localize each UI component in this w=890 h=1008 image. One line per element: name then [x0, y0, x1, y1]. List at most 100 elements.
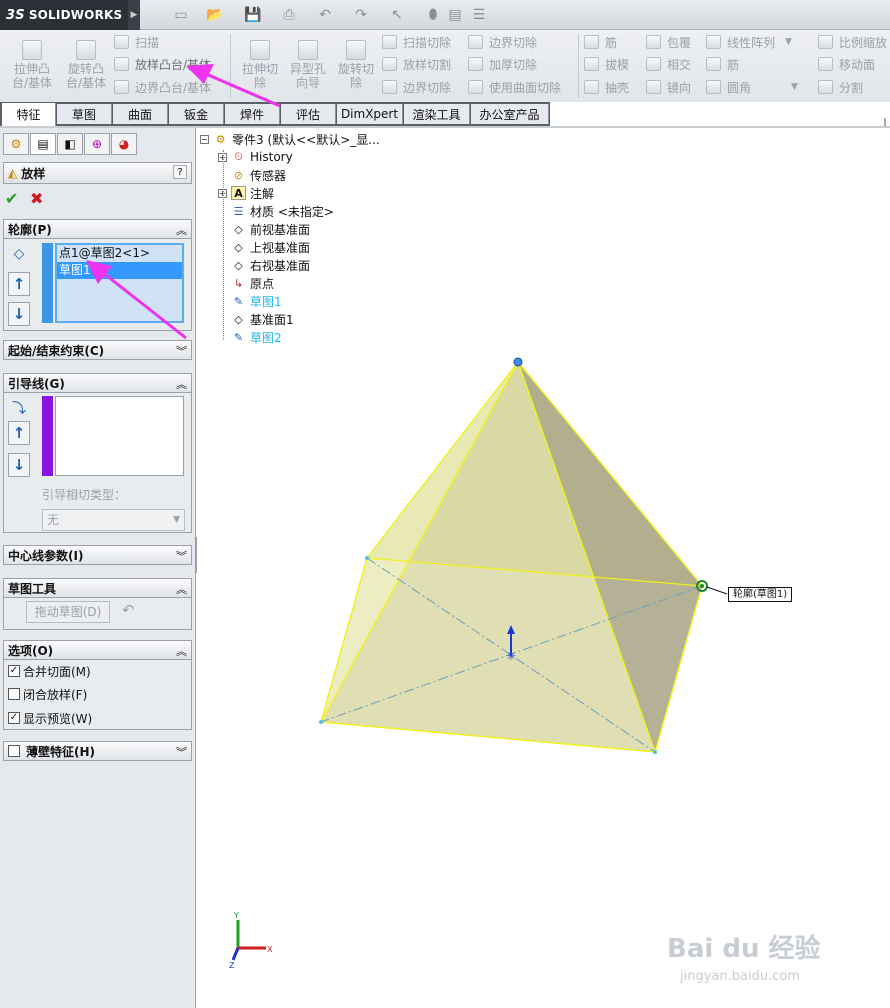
swept-cut-button[interactable]: 扫描切除 — [382, 32, 451, 52]
ok-check-icon[interactable]: ✔ — [5, 189, 18, 208]
options-icon[interactable]: ☰ — [470, 6, 488, 24]
centerline-params-header[interactable]: 中心线参数(I) ︾ — [3, 545, 192, 565]
options-header[interactable]: 选项(O) ︽ — [3, 640, 192, 660]
wrap-button[interactable]: 包覆 — [646, 32, 691, 52]
scale-button[interactable]: 比例缩放 — [818, 32, 887, 52]
thicken-cut-icon — [468, 57, 483, 71]
menu-expand-icon[interactable]: ▶ — [128, 0, 140, 30]
guide-move-down-button[interactable]: ↓ — [8, 453, 30, 477]
save-icon[interactable]: 💾 — [244, 6, 262, 24]
move-face-button[interactable]: 移动面 — [818, 54, 875, 74]
fillet-button[interactable]: 圆角 ▼ — [706, 77, 798, 97]
tab-office-products[interactable]: 办公室产品 — [471, 104, 549, 124]
list-item-selected[interactable]: 草图1 — [57, 262, 182, 279]
new-icon[interactable]: ▭ — [172, 6, 190, 24]
rib-button-2[interactable]: 筋 — [706, 54, 739, 74]
boundary-cut-button[interactable]: 边界切除 — [382, 77, 451, 97]
help-button[interactable]: ? — [173, 165, 187, 179]
feature-tree-icon: ⚙ — [10, 137, 22, 151]
rib-icon — [706, 57, 721, 71]
guide-color-bar — [42, 396, 53, 476]
dimxpert-manager-tab[interactable]: ⊕ — [84, 133, 110, 155]
arrow-up-icon: ↑ — [12, 424, 26, 442]
loft-title: ◭ 放样? — [3, 162, 192, 184]
move-down-button[interactable]: ↓ — [8, 302, 30, 326]
collapse-icon: ︽ — [176, 645, 187, 658]
apex-point-handle[interactable] — [513, 357, 523, 367]
boundary-boss-button[interactable]: 边界凸台/基体 — [114, 77, 211, 97]
rib-button[interactable]: 筋 — [584, 32, 617, 52]
select-icon[interactable]: ↖ — [388, 6, 406, 24]
lofted-cut-button[interactable]: 放样切割 — [382, 54, 451, 74]
configuration-manager-tab[interactable]: ◧ — [57, 133, 83, 155]
hole-wizard-button[interactable]: 异型孔 向导 — [282, 38, 334, 98]
file-properties-icon[interactable]: ▤ — [446, 6, 464, 24]
surface-cut-button[interactable]: 使用曲面切除 — [468, 77, 561, 97]
guide-tangency-select[interactable]: 无 ▼ — [42, 509, 185, 531]
property-manager-tab[interactable]: ▤ — [30, 133, 56, 155]
triad-y-label: Y — [233, 911, 239, 920]
tab-dimxpert[interactable]: DimXpert — [337, 104, 403, 124]
revolve-cut-button[interactable]: 旋转切 除 — [330, 38, 382, 98]
shell-icon — [584, 80, 599, 94]
undo-sketch-drag-icon[interactable]: ↶ — [122, 601, 135, 619]
start-end-constraints-header[interactable]: 起始/结束约束(C) ︾ — [3, 340, 192, 360]
profile-color-bar — [42, 243, 53, 323]
show-preview-checkbox[interactable]: ✓ 显示预览(W) — [8, 708, 92, 728]
cancel-x-icon[interactable]: ✖ — [30, 189, 43, 208]
extrude-boss-button[interactable]: 拉伸凸 台/基体 — [6, 38, 58, 98]
undo-icon[interactable]: ↶ — [316, 6, 334, 24]
shell-button[interactable]: 抽壳 — [584, 77, 629, 97]
profile-listbox[interactable]: 点1@草图2<1> 草图1 — [55, 243, 184, 323]
guide-move-up-button[interactable]: ↑ — [8, 421, 30, 445]
solidworks-logo[interactable]: 3S SOLIDWORKS — [0, 0, 128, 30]
sketch-tools-header[interactable]: 草图工具 ︽ — [3, 578, 192, 598]
watermark-url: jingyan.baidu.com — [680, 969, 800, 984]
feature-manager-tab[interactable]: ⚙ — [3, 133, 29, 155]
close-loft-checkbox[interactable]: 闭合放样(F) — [8, 684, 87, 704]
open-icon[interactable]: 📂 — [206, 6, 224, 24]
guide-listbox[interactable] — [55, 396, 184, 476]
thicken-cut-button[interactable]: 加厚切除 — [468, 54, 537, 74]
thin-feature-header[interactable]: 薄壁特征(H) ︾ — [3, 741, 192, 761]
rebuild-icon[interactable]: ⬮ — [424, 6, 442, 24]
display-manager-tab[interactable]: ◕ — [111, 133, 137, 155]
print-icon[interactable]: ⎙ — [280, 6, 298, 24]
checkbox-checked-icon: ✓ — [8, 712, 20, 724]
hole-wizard-icon — [298, 40, 318, 60]
loft-boss-button[interactable]: 放样凸台/基体 — [114, 54, 211, 74]
revolve-boss-button[interactable]: 旋转凸 台/基体 — [60, 38, 112, 98]
draft-button[interactable]: 拔模 — [584, 54, 629, 74]
boundary-cut-icon — [468, 35, 483, 49]
tab-weldments[interactable]: 焊件 — [225, 104, 280, 124]
checkbox-unchecked-icon[interactable] — [8, 745, 20, 757]
profile-callout[interactable]: 轮廓(草图1) — [728, 587, 793, 602]
intersect-button[interactable]: 相交 — [646, 54, 691, 74]
extrude-cut-button[interactable]: 拉伸切 除 — [234, 38, 286, 98]
crosshair-icon: ⊕ — [91, 137, 103, 151]
tab-features[interactable]: 特征 — [2, 103, 56, 126]
tab-sheet-metal[interactable]: 钣金 — [169, 104, 224, 124]
sweep-button[interactable]: 扫描 — [114, 32, 159, 52]
tab-surfaces[interactable]: 曲面 — [113, 104, 168, 124]
drag-sketch-button[interactable]: 拖动草图(D) — [26, 601, 110, 623]
merge-tangent-checkbox[interactable]: ✓ 合并切面(M) — [8, 661, 91, 681]
split-button[interactable]: 分割 — [818, 77, 863, 97]
linear-pattern-button[interactable]: 线性阵列 ▼ — [706, 32, 792, 52]
move-up-button[interactable]: ↑ — [8, 272, 30, 296]
redo-icon[interactable]: ↷ — [352, 6, 370, 24]
profile-connector-dot — [700, 584, 704, 588]
loft-preview-model[interactable]: ✳ — [197, 128, 890, 1008]
tab-sketch[interactable]: 草图 — [57, 104, 112, 124]
tab-render-tools[interactable]: 渲染工具 — [404, 104, 470, 124]
boundary-cut-button-2[interactable]: 边界切除 — [468, 32, 537, 52]
chevron-down-icon: ▼ — [173, 515, 180, 525]
list-item[interactable]: 点1@草图2<1> — [57, 245, 182, 262]
display-icon: ◕ — [118, 137, 130, 151]
boundary-cut-icon — [382, 80, 397, 94]
guide-curves-header[interactable]: 引导线(G) ︽ — [3, 373, 192, 393]
tab-evaluate[interactable]: 评估 — [281, 104, 336, 124]
swept-cut-icon — [382, 35, 397, 49]
mirror-button[interactable]: 镜向 — [646, 77, 691, 97]
profile-group-header[interactable]: 轮廓(P) ︽ — [3, 219, 192, 239]
